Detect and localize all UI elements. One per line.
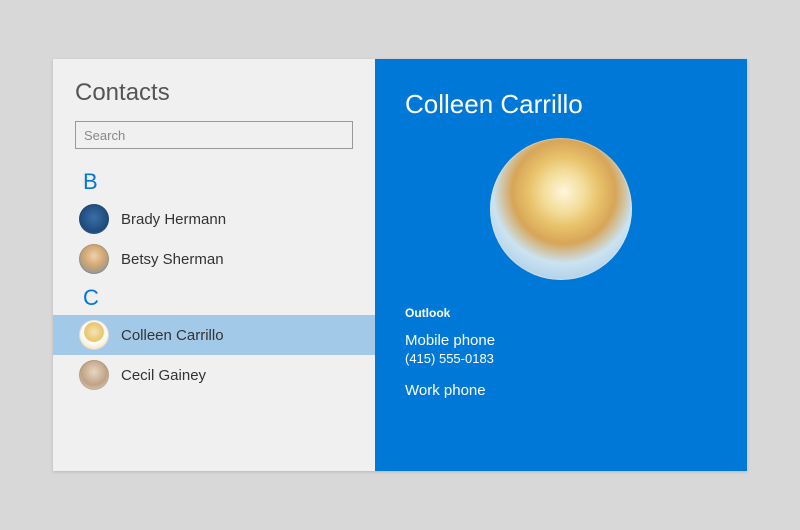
group-letter-c[interactable]: C (53, 279, 375, 315)
contact-name: Betsy Sherman (121, 251, 224, 268)
contacts-sidebar: Contacts B Brady Hermann Betsy Sherman C… (53, 59, 375, 471)
detail-avatar (490, 138, 632, 280)
field-label-work: Work phone (405, 382, 717, 399)
detail-name: Colleen Carrillo (405, 89, 717, 120)
list-item[interactable]: Cecil Gainey (53, 355, 375, 395)
avatar (79, 360, 109, 390)
group-letter-b[interactable]: B (53, 163, 375, 199)
list-item[interactable]: Brady Hermann (53, 199, 375, 239)
contacts-app-window: Contacts B Brady Hermann Betsy Sherman C… (53, 59, 747, 471)
search-wrap (53, 121, 375, 163)
source-label: Outlook (405, 306, 717, 320)
contact-detail-pane: Colleen Carrillo Outlook Mobile phone (4… (375, 59, 747, 471)
avatar (79, 244, 109, 274)
list-item[interactable]: Betsy Sherman (53, 239, 375, 279)
avatar (79, 204, 109, 234)
contact-name: Cecil Gainey (121, 367, 206, 384)
list-item[interactable]: Colleen Carrillo (53, 315, 375, 355)
contact-name: Colleen Carrillo (121, 327, 224, 344)
contact-list: B Brady Hermann Betsy Sherman C Colleen … (53, 163, 375, 471)
field-label-mobile: Mobile phone (405, 332, 717, 349)
field-value-mobile: (415) 555-0183 (405, 351, 717, 366)
search-input[interactable] (75, 121, 353, 149)
contact-name: Brady Hermann (121, 211, 226, 228)
page-title: Contacts (53, 59, 375, 121)
avatar (79, 320, 109, 350)
